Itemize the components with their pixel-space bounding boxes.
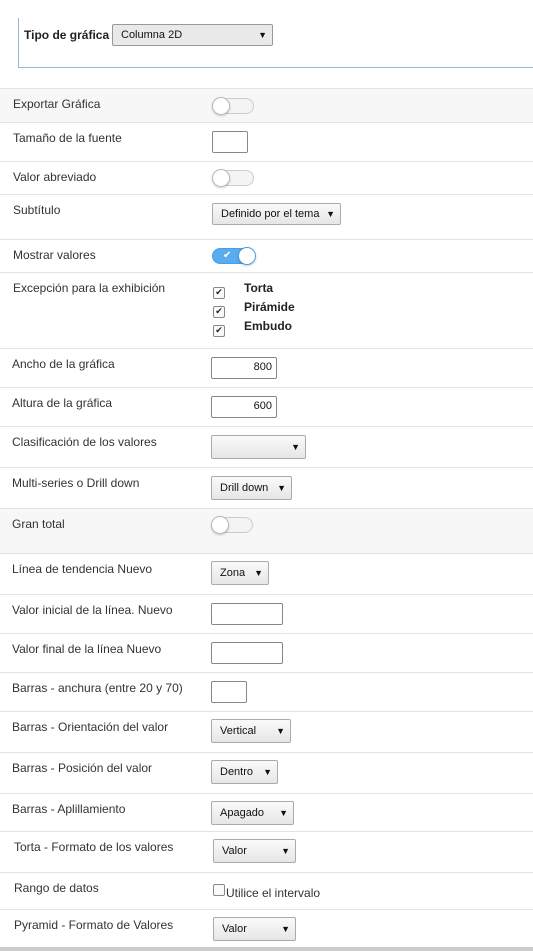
pie-format-label: Torta - Formato de los valores bbox=[14, 840, 174, 854]
bar-orientation-select[interactable]: Vertical ▼ bbox=[211, 719, 291, 743]
row-pyramid-format: Pyramid - Formato de Valores Valor ▼ bbox=[0, 909, 533, 947]
row-data-range: Rango de datos Utilice el intervalo bbox=[0, 872, 533, 909]
chevron-down-icon: ▼ bbox=[281, 846, 290, 856]
horizontal-scrollbar[interactable] bbox=[0, 947, 533, 951]
line-end-label: Valor final de la línea Nuevo bbox=[12, 642, 162, 656]
row-bar-stack: Barras - Aplillamiento Apagado ▼ bbox=[0, 793, 533, 831]
sort-label: Clasificación de los valores bbox=[12, 435, 157, 449]
line-start-label: Valor inicial de la línea. Nuevo bbox=[12, 603, 173, 617]
pyramid-format-select[interactable]: Valor ▼ bbox=[213, 917, 296, 941]
trendline-select[interactable]: Zona ▼ bbox=[211, 561, 269, 585]
row-bar-width: Barras - anchura (entre 20 y 70) bbox=[0, 672, 533, 711]
export-label: Exportar Gráfica bbox=[13, 97, 101, 111]
toggle-knob bbox=[211, 516, 229, 534]
line-start-input[interactable] bbox=[211, 603, 283, 625]
pie-format-select[interactable]: Valor ▼ bbox=[213, 839, 296, 863]
data-range-checkbox-label: Utilice el intervalo bbox=[226, 886, 321, 900]
bar-position-select[interactable]: Dentro ▼ bbox=[211, 760, 278, 784]
chart-type-label: Tipo de gráfica bbox=[24, 28, 110, 42]
row-pie-format: Torta - Formato de los valores Valor ▼ bbox=[0, 831, 533, 872]
chart-type-section: Tipo de gráfica Columna 2D ▼ bbox=[0, 0, 533, 88]
width-label: Ancho de la gráfica bbox=[12, 357, 115, 371]
row-font-size: Tamaño de la fuente bbox=[0, 122, 533, 161]
bar-position-label: Barras - Posición del valor bbox=[12, 761, 153, 775]
subtitle-value: Definido por el tema bbox=[221, 208, 320, 220]
row-bar-orientation: Barras - Orientación del valor Vertical … bbox=[0, 711, 533, 752]
bar-width-label: Barras - anchura (entre 20 y 70) bbox=[12, 681, 183, 695]
exception-piramide-checkbox[interactable]: ✔ bbox=[213, 306, 225, 318]
show-values-toggle[interactable]: ✔ bbox=[212, 247, 256, 265]
row-grand-total: Gran total bbox=[0, 508, 533, 553]
multiseries-value: Drill down bbox=[220, 482, 269, 494]
row-trendline: Línea de tendencia Nuevo Zona ▼ bbox=[0, 553, 533, 594]
toggle-knob bbox=[212, 97, 230, 115]
row-line-end: Valor final de la línea Nuevo bbox=[0, 633, 533, 672]
trendline-value: Zona bbox=[220, 567, 246, 579]
bar-width-input[interactable] bbox=[211, 681, 247, 703]
pyramid-format-value: Valor bbox=[222, 923, 247, 935]
abbrev-toggle[interactable] bbox=[212, 169, 254, 187]
row-height: Altura de la gráfica 600 bbox=[0, 387, 533, 426]
row-exception: Excepción para la exhibición ✔ Torta ✔ P… bbox=[0, 272, 533, 348]
bar-position-value: Dentro bbox=[220, 766, 254, 778]
chevron-down-icon: ▼ bbox=[279, 808, 288, 818]
bar-stack-select[interactable]: Apagado ▼ bbox=[211, 801, 294, 825]
bar-orientation-label: Barras - Orientación del valor bbox=[12, 720, 169, 734]
height-input[interactable]: 600 bbox=[211, 396, 277, 418]
subtitle-label: Subtítulo bbox=[13, 203, 61, 217]
grand-total-toggle[interactable] bbox=[211, 516, 253, 534]
multiseries-select[interactable]: Drill down ▼ bbox=[211, 476, 292, 500]
export-toggle[interactable] bbox=[212, 97, 254, 115]
chart-type-frame bbox=[18, 18, 533, 68]
row-bar-position: Barras - Posición del valor Dentro ▼ bbox=[0, 752, 533, 793]
exception-torta-checkbox[interactable]: ✔ bbox=[213, 287, 225, 299]
row-width: Ancho de la gráfica 800 bbox=[0, 348, 533, 387]
abbrev-label: Valor abreviado bbox=[13, 170, 97, 184]
pie-format-value: Valor bbox=[222, 845, 247, 857]
bar-stack-value: Apagado bbox=[220, 807, 265, 819]
row-show-values: Mostrar valores ✔ bbox=[0, 239, 533, 272]
sort-select[interactable]: ▼ bbox=[211, 435, 306, 459]
toggle-knob bbox=[238, 247, 256, 265]
chevron-down-icon: ▼ bbox=[254, 568, 263, 578]
chevron-down-icon: ▼ bbox=[326, 209, 335, 219]
subtitle-select[interactable]: Definido por el tema ▼ bbox=[212, 203, 341, 225]
chevron-down-icon: ▼ bbox=[276, 726, 285, 736]
pyramid-format-label: Pyramid - Formato de Valores bbox=[14, 918, 174, 932]
multiseries-label: Multi-series o Drill down bbox=[12, 476, 140, 490]
width-input[interactable]: 800 bbox=[211, 357, 277, 379]
chevron-down-icon: ▼ bbox=[281, 924, 290, 934]
font-size-label: Tamaño de la fuente bbox=[13, 131, 122, 145]
trendline-label: Línea de tendencia Nuevo bbox=[12, 562, 153, 576]
chevron-down-icon: ▼ bbox=[263, 767, 272, 777]
grand-total-label: Gran total bbox=[12, 517, 65, 531]
row-abbrev: Valor abreviado bbox=[0, 161, 533, 194]
row-multiseries: Multi-series o Drill down Drill down ▼ bbox=[0, 467, 533, 508]
chart-type-select[interactable]: Columna 2D ▼ bbox=[112, 24, 273, 46]
bar-orientation-value: Vertical bbox=[220, 725, 257, 737]
row-subtitle: Subtítulo Definido por el tema ▼ bbox=[0, 194, 533, 239]
exception-piramide-label: Pirámide bbox=[244, 300, 295, 314]
data-range-label: Rango de datos bbox=[14, 881, 99, 895]
show-values-label: Mostrar valores bbox=[13, 248, 96, 262]
bar-stack-label: Barras - Aplillamiento bbox=[12, 802, 126, 816]
height-label: Altura de la gráfica bbox=[12, 396, 113, 410]
chart-type-value: Columna 2D bbox=[121, 29, 183, 41]
exception-embudo-checkbox[interactable]: ✔ bbox=[213, 325, 225, 337]
exception-torta-label: Torta bbox=[244, 281, 274, 295]
line-end-input[interactable] bbox=[211, 642, 283, 664]
row-export: Exportar Gráfica bbox=[0, 88, 533, 122]
exception-label: Excepción para la exhibición bbox=[13, 281, 166, 295]
data-range-checkbox[interactable] bbox=[213, 884, 225, 896]
chevron-down-icon: ▼ bbox=[258, 30, 267, 40]
check-icon: ✔ bbox=[223, 250, 232, 261]
exception-embudo-label: Embudo bbox=[244, 319, 292, 333]
row-sort: Clasificación de los valores ▼ bbox=[0, 426, 533, 467]
chevron-down-icon: ▼ bbox=[277, 483, 286, 493]
row-line-start: Valor inicial de la línea. Nuevo bbox=[0, 594, 533, 633]
font-size-input[interactable] bbox=[212, 131, 248, 153]
toggle-knob bbox=[212, 169, 230, 187]
chevron-down-icon: ▼ bbox=[291, 442, 300, 452]
